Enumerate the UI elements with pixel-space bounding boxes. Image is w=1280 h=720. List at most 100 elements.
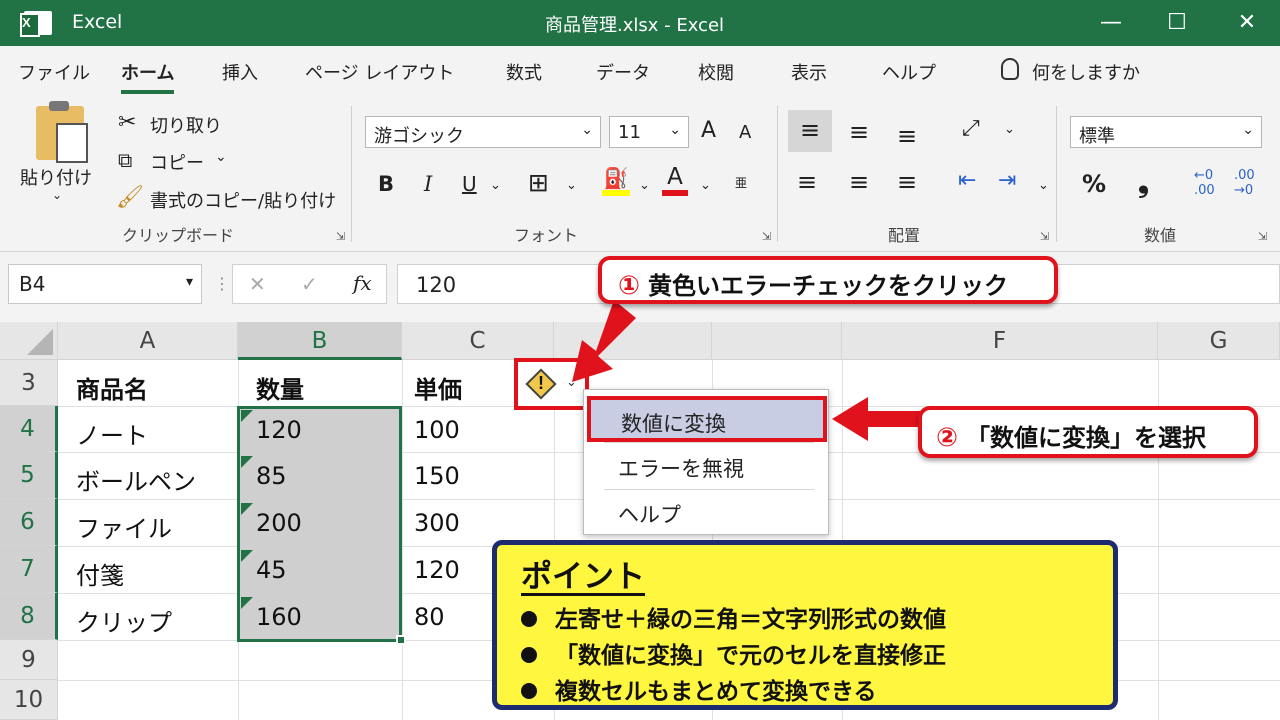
menu-item-help[interactable]: ヘルプ (584, 489, 830, 535)
drag-handle-icon[interactable]: ⋮ (214, 274, 230, 293)
cell-c8[interactable]: 80 (414, 603, 445, 631)
tab-review[interactable]: 校閲 (698, 59, 734, 85)
close-button[interactable]: ✕ (1232, 8, 1262, 38)
align-right-icon[interactable]: ≡ (897, 168, 917, 196)
font-name-select[interactable]: 游ゴシック ⌄ (365, 116, 601, 148)
error-check-button[interactable]: ! ⌄ (514, 358, 589, 410)
fill-color-icon[interactable]: ⛽ (602, 166, 630, 196)
row-header-10[interactable]: 10 (0, 680, 58, 720)
cancel-icon[interactable]: ✕ (249, 272, 266, 296)
cell-b4[interactable]: 120 (256, 416, 302, 444)
align-top-icon[interactable]: ≡ (788, 110, 832, 152)
tab-insert[interactable]: 挿入 (222, 59, 258, 85)
tab-formulas[interactable]: 数式 (506, 59, 542, 85)
tab-help[interactable]: ヘルプ (882, 59, 936, 85)
chevron-down-icon[interactable]: ⌄ (1038, 178, 1049, 193)
chevron-down-icon[interactable]: ⌄ (490, 178, 501, 193)
align-bottom-icon[interactable]: ≡ (897, 122, 917, 150)
decrease-decimal-button[interactable]: .00 →0 (1234, 168, 1255, 198)
row-header-8[interactable]: 8 (0, 593, 58, 640)
cell-a3[interactable]: 商品名 (76, 370, 148, 405)
cell-c6[interactable]: 300 (414, 509, 460, 537)
chevron-down-icon[interactable]: ⌄ (1004, 122, 1015, 137)
increase-decimal-button[interactable]: ←0 .00 (1194, 168, 1215, 198)
callout-step-1: ① 黄色いエラーチェックをクリック (598, 256, 1058, 304)
column-header-e[interactable]: E (712, 322, 842, 360)
column-header-d[interactable]: D (554, 322, 712, 360)
increase-indent-icon[interactable]: ⇥ (998, 168, 1016, 193)
chevron-down-icon: ⌄ (1242, 122, 1254, 138)
fill-handle[interactable] (396, 635, 406, 645)
font-color-button[interactable]: A (662, 164, 688, 196)
chevron-down-icon[interactable]: ⌄ (700, 178, 711, 193)
column-header-c[interactable]: C (402, 322, 554, 360)
chevron-down-icon[interactable]: ⌄ (215, 149, 227, 165)
tab-view[interactable]: 表示 (791, 59, 827, 85)
row-header-6[interactable]: 6 (0, 499, 58, 546)
cell-c4[interactable]: 100 (414, 416, 460, 444)
menu-item-convert-to-number[interactable]: 数値に変換 (587, 396, 827, 442)
cell-a6[interactable]: ファイル (76, 509, 172, 544)
format-painter-button[interactable]: 書式のコピー/貼り付け (150, 187, 336, 213)
font-size-select[interactable]: 11 ⌄ (609, 116, 689, 148)
percent-button[interactable]: % (1082, 170, 1106, 198)
document-title: 商品管理.xlsx - Excel (545, 15, 725, 36)
cut-button[interactable]: 切り取り (150, 112, 222, 138)
cell-b3[interactable]: 数量 (256, 370, 304, 405)
dialog-launcher-icon[interactable]: ⇲ (762, 230, 771, 243)
select-all-button[interactable] (0, 322, 58, 360)
tell-me-search[interactable]: 何をしますか (1032, 59, 1140, 85)
align-center-icon[interactable]: ≡ (849, 168, 869, 196)
cell-b6[interactable]: 200 (256, 509, 302, 537)
italic-button[interactable]: I (424, 172, 432, 196)
column-header-g[interactable]: G (1158, 322, 1280, 360)
cell-a7[interactable]: 付箋 (76, 556, 124, 591)
column-header-b[interactable]: B (238, 322, 402, 360)
decrease-indent-icon[interactable]: ⇤ (958, 168, 976, 193)
tab-file[interactable]: ファイル (18, 59, 90, 85)
cell-a4[interactable]: ノート (76, 416, 148, 451)
cell-a8[interactable]: クリップ (76, 603, 172, 638)
cell-c5[interactable]: 150 (414, 462, 460, 490)
row-header-9[interactable]: 9 (0, 640, 58, 680)
column-header-a[interactable]: A (58, 322, 238, 360)
orientation-icon[interactable]: ⤢ (962, 116, 980, 141)
row-header-5[interactable]: 5 (0, 452, 58, 499)
cell-b8[interactable]: 160 (256, 603, 302, 631)
cell-b7[interactable]: 45 (256, 556, 287, 584)
enter-icon[interactable]: ✓ (301, 272, 318, 296)
cell-b5[interactable]: 85 (256, 462, 287, 490)
insert-function-button[interactable]: fx (353, 271, 372, 295)
cell-a5[interactable]: ボールペン (76, 462, 196, 497)
row-header-7[interactable]: 7 (0, 546, 58, 593)
grow-font-button[interactable]: A (701, 118, 716, 143)
borders-icon[interactable]: ⊞ (528, 168, 549, 197)
dialog-launcher-icon[interactable]: ⇲ (1040, 230, 1049, 243)
chevron-down-icon[interactable]: ⌄ (639, 178, 650, 193)
row-header-4[interactable]: 4 (0, 406, 58, 452)
chevron-down-icon[interactable]: ⌄ (566, 178, 577, 193)
cell-c7[interactable]: 120 (414, 556, 460, 584)
bold-button[interactable]: B (378, 172, 394, 196)
tab-page-layout[interactable]: ページ レイアウト (305, 59, 454, 85)
shrink-font-button[interactable]: A (739, 122, 751, 143)
dialog-launcher-icon[interactable]: ⇲ (1258, 230, 1267, 243)
row-header-3[interactable]: 3 (0, 360, 58, 406)
minimize-button[interactable]: — (1096, 8, 1126, 38)
align-middle-icon[interactable]: ≡ (849, 118, 869, 146)
tab-home[interactable]: ホーム (121, 59, 175, 94)
copy-button[interactable]: コピー (150, 149, 204, 175)
dialog-launcher-icon[interactable]: ⇲ (336, 230, 345, 243)
menu-item-ignore-error[interactable]: エラーを無視 (584, 443, 830, 489)
number-format-select[interactable]: 標準 ⌄ (1070, 116, 1262, 148)
column-header-f[interactable]: F (842, 322, 1158, 360)
point-text: 複数セルもまとめて変換できる (555, 679, 877, 705)
cell-c3[interactable]: 単価 (414, 370, 462, 405)
phonetic-icon[interactable]: 亜 (735, 174, 747, 191)
name-box[interactable]: B4 ▾ (8, 264, 202, 304)
align-left-icon[interactable]: ≡ (797, 168, 817, 196)
tab-data[interactable]: データ (596, 59, 650, 85)
maximize-button[interactable]: ☐ (1162, 8, 1192, 38)
underline-button[interactable]: U (462, 172, 477, 196)
comma-button[interactable]: ❟ (1138, 166, 1149, 200)
